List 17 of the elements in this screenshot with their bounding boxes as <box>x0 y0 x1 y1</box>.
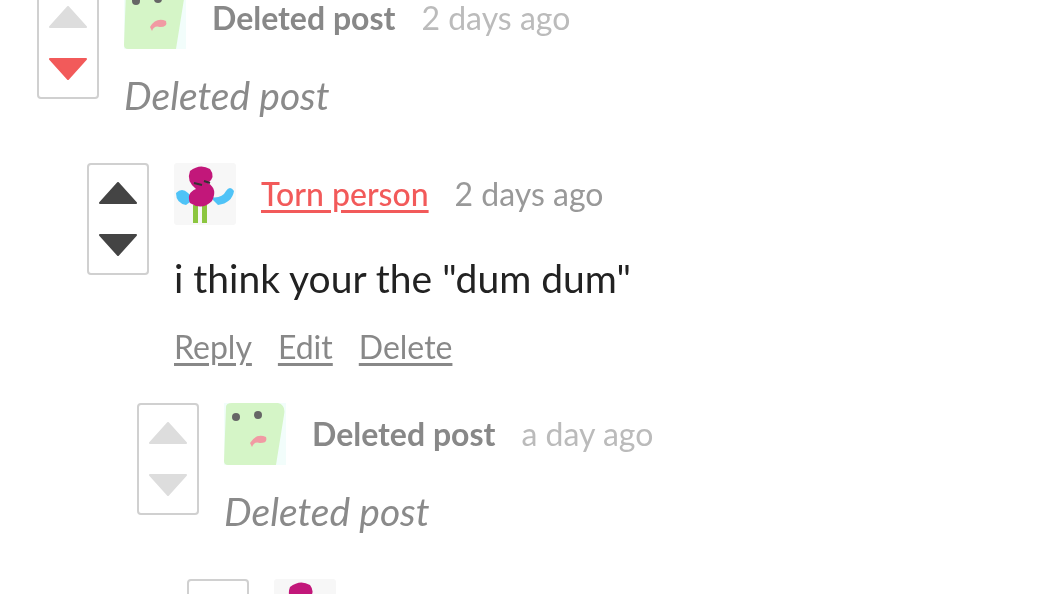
upvote-arrow-icon[interactable] <box>99 182 137 204</box>
downvote-arrow-icon[interactable] <box>99 234 137 256</box>
monster-avatar <box>174 163 236 225</box>
frog-avatar <box>124 0 186 49</box>
comment-text: Deleted post <box>124 72 331 118</box>
post-time: 2 days ago <box>421 0 571 39</box>
post-time: a day ago <box>521 413 654 455</box>
comment-action-link[interactable]: Reply <box>174 328 252 366</box>
author-name: Deleted post <box>212 0 396 39</box>
author-link[interactable]: Torn person <box>261 170 429 218</box>
comment-text: i think your the "dum dum" <box>174 255 631 301</box>
frog-avatar <box>224 403 286 465</box>
comment-action-link[interactable]: Delete <box>358 328 453 366</box>
comment-action-link[interactable]: Edit <box>277 328 333 366</box>
comment-text: Deleted post <box>224 488 431 534</box>
author-name: Deleted post <box>312 413 496 455</box>
post-time: 2 days ago <box>454 173 604 215</box>
